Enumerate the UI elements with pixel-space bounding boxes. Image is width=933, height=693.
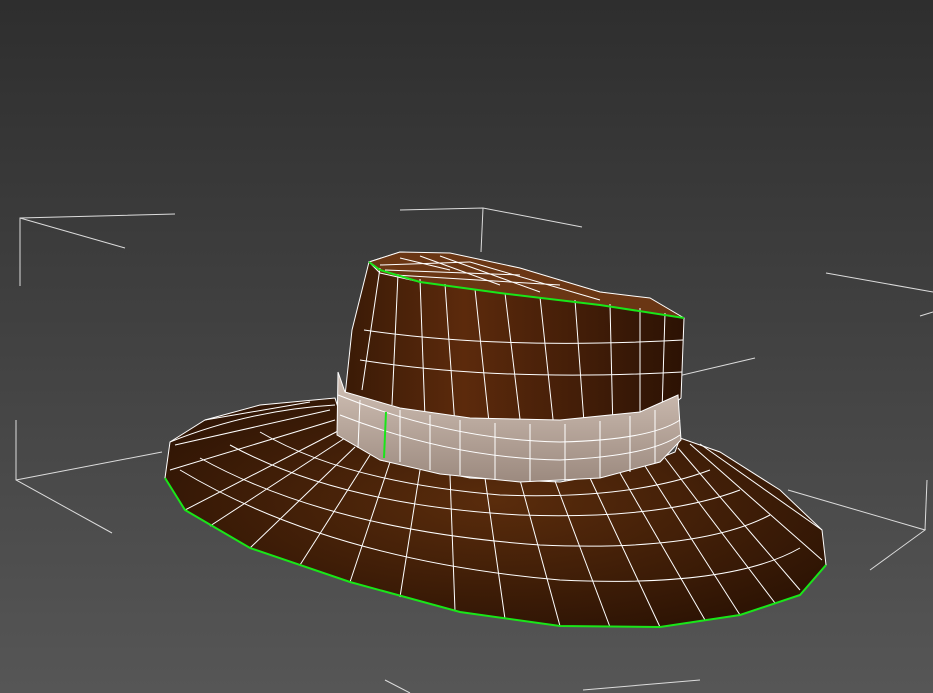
3d-viewport[interactable] <box>0 0 933 693</box>
viewport-scene[interactable] <box>0 0 933 693</box>
